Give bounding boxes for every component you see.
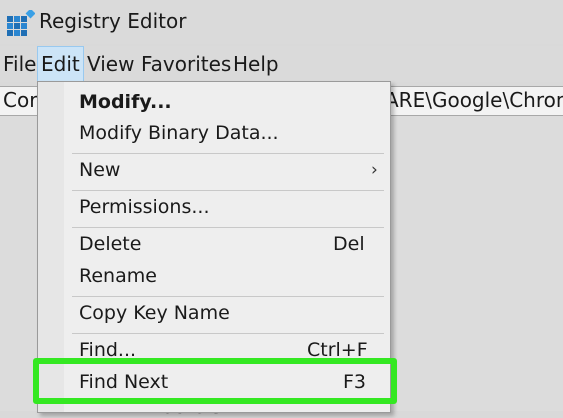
delete-shortcut: Del bbox=[333, 233, 365, 255]
menu-item-delete[interactable]: Delete bbox=[79, 233, 141, 255]
menu-help[interactable]: Help bbox=[230, 46, 282, 82]
menu-file[interactable]: File bbox=[0, 46, 39, 82]
menu-item-permissions[interactable]: Permissions... bbox=[79, 196, 210, 218]
menu-edit[interactable]: Edit bbox=[37, 46, 84, 82]
menu-item-modify[interactable]: Modify... bbox=[79, 91, 172, 113]
menu-separator bbox=[72, 227, 384, 228]
menu-separator bbox=[72, 296, 384, 297]
chevron-right-icon: › bbox=[371, 160, 378, 180]
title-bar: Registry Editor bbox=[0, 0, 563, 44]
menu-item-rename[interactable]: Rename bbox=[79, 265, 157, 287]
menu-item-copy-key-name[interactable]: Copy Key Name bbox=[79, 302, 230, 324]
find-next-highlight bbox=[33, 358, 397, 404]
window-title: Registry Editor bbox=[39, 9, 187, 33]
menu-separator bbox=[72, 190, 384, 191]
menu-item-new[interactable]: New bbox=[79, 159, 120, 181]
address-text-right: ARE\Google\Chrom bbox=[385, 88, 563, 112]
menu-item-modify-binary[interactable]: Modify Binary Data... bbox=[79, 122, 279, 144]
menu-separator bbox=[72, 153, 384, 154]
menu-view[interactable]: View bbox=[84, 46, 137, 82]
registry-editor-icon bbox=[7, 10, 35, 36]
address-text-left: Cor bbox=[3, 88, 38, 112]
menu-separator bbox=[72, 333, 384, 334]
menu-bar: File Edit View Favorites Help bbox=[0, 46, 563, 82]
menu-favorites[interactable]: Favorites bbox=[138, 46, 234, 82]
